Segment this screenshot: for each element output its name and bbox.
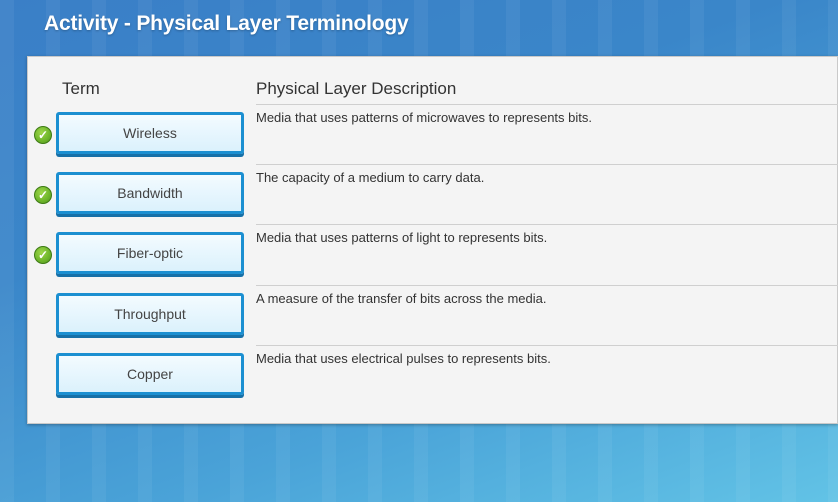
table-row: ✓ Bandwidth The capacity of a medium to … [28,164,838,230]
check-circle-icon: ✓ [34,246,52,264]
description-text: Media that uses patterns of light to rep… [256,230,548,245]
row-divider [256,345,838,346]
check-circle-icon: ✓ [34,126,52,144]
row-divider [256,104,838,105]
row-divider [256,224,838,225]
activity-panel: Term Physical Layer Description ✓ Wirele… [27,56,838,424]
term-button-wireless[interactable]: Wireless [56,112,244,154]
table-row: ✓ Fiber-optic Media that uses patterns o… [28,224,838,290]
description-text: The capacity of a medium to carry data. [256,170,485,185]
table-row: Copper Media that uses electrical pulses… [28,345,838,411]
description-text: A measure of the transfer of bits across… [256,291,547,306]
term-button-fiber-optic[interactable]: Fiber-optic [56,232,244,274]
row-divider [256,285,838,286]
term-button-throughput[interactable]: Throughput [56,293,244,335]
description-text: Media that uses electrical pulses to rep… [256,351,551,366]
row-divider [256,164,838,165]
table-row: ✓ Wireless Media that uses patterns of m… [28,104,838,170]
table-row: Throughput A measure of the transfer of … [28,285,838,351]
description-column-header: Physical Layer Description [256,79,457,98]
term-button-copper[interactable]: Copper [56,353,244,395]
check-circle-icon: ✓ [34,186,52,204]
term-column-header: Term [62,79,100,98]
description-text: Media that uses patterns of microwaves t… [256,110,592,125]
activity-title: Activity - Physical Layer Terminology [44,12,409,35]
term-button-bandwidth[interactable]: Bandwidth [56,172,244,214]
